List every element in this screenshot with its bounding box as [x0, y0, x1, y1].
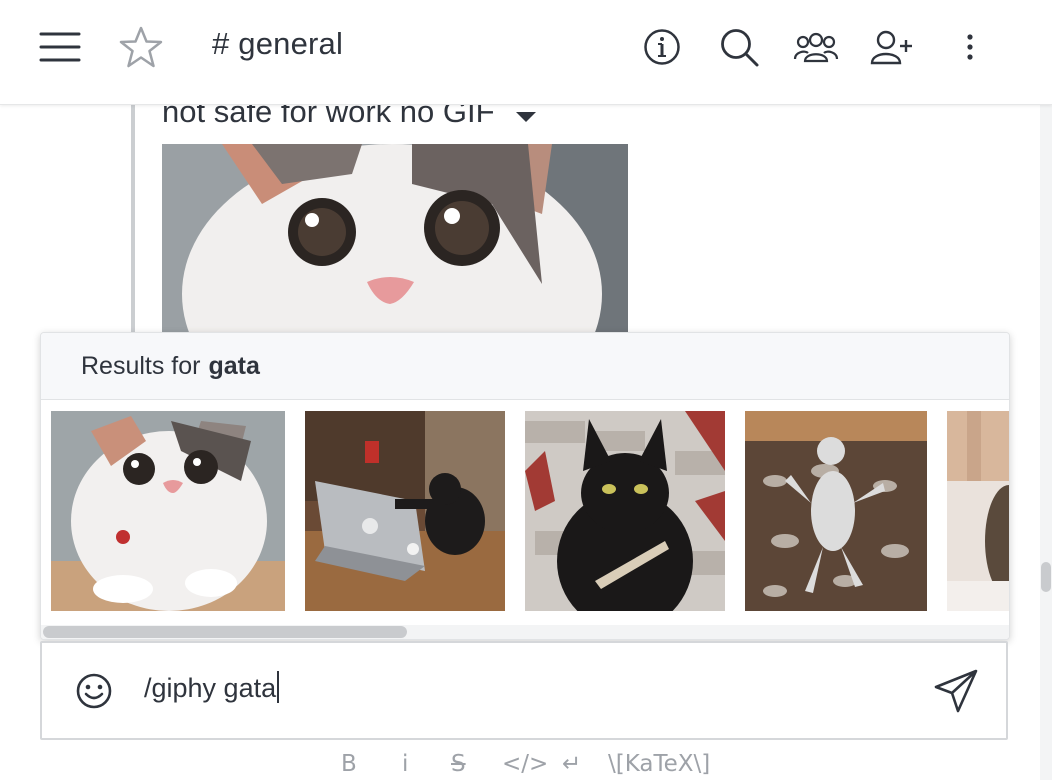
send-icon[interactable] [932, 667, 980, 715]
giphy-result-5[interactable] [947, 411, 1009, 611]
strike-button-label: S [451, 751, 466, 777]
kebab-icon[interactable] [947, 24, 993, 70]
code-button[interactable]: </> [502, 750, 548, 778]
info-icon[interactable] [639, 24, 685, 70]
attachment-title-text: not safe for work no GIF [162, 104, 495, 129]
add-user-icon[interactable] [870, 24, 916, 70]
strike-button[interactable]: S [451, 750, 466, 778]
search-icon[interactable] [716, 24, 762, 70]
text-cursor [277, 671, 280, 703]
giphy-popup: Results for gata [40, 332, 1010, 640]
popup-header: Results for gata [41, 333, 1009, 400]
room-header: # general [0, 0, 1052, 105]
giphy-results [41, 401, 1009, 621]
message-input-value: /giphy gata [144, 673, 277, 703]
giphy-result-1[interactable] [51, 411, 285, 611]
giphy-result-4[interactable] [745, 411, 927, 611]
results-query: gata [208, 351, 260, 380]
message-list-scroll-thumb[interactable] [1041, 562, 1051, 592]
bold-button[interactable]: B [341, 750, 357, 778]
members-icon[interactable] [793, 24, 839, 70]
menu-icon[interactable] [37, 24, 83, 70]
giphy-result-2[interactable] [305, 411, 505, 611]
caret-down-icon[interactable] [515, 104, 537, 132]
italic-button[interactable]: i [402, 750, 408, 778]
giphy-result-3[interactable] [525, 411, 725, 611]
channel-title: # general [212, 26, 344, 61]
attachment-gif-image[interactable] [162, 144, 628, 334]
katex-button[interactable]: \[KaTeX\] [608, 750, 710, 778]
message-composer[interactable]: /giphy gata [40, 641, 1008, 740]
emoji-icon[interactable] [74, 671, 114, 711]
results-prefix: Results for [81, 351, 201, 380]
message-input[interactable]: /giphy gata [144, 671, 280, 704]
star-icon[interactable] [118, 24, 164, 70]
attachment-title[interactable]: not safe for work no GIF [162, 104, 537, 132]
multiline-button[interactable]: ↵ [562, 750, 581, 778]
attachment-border [131, 104, 135, 344]
results-scrollbar[interactable] [41, 625, 1009, 639]
results-scroll-thumb[interactable] [43, 626, 407, 638]
message-list-scrollbar[interactable] [1040, 104, 1052, 780]
